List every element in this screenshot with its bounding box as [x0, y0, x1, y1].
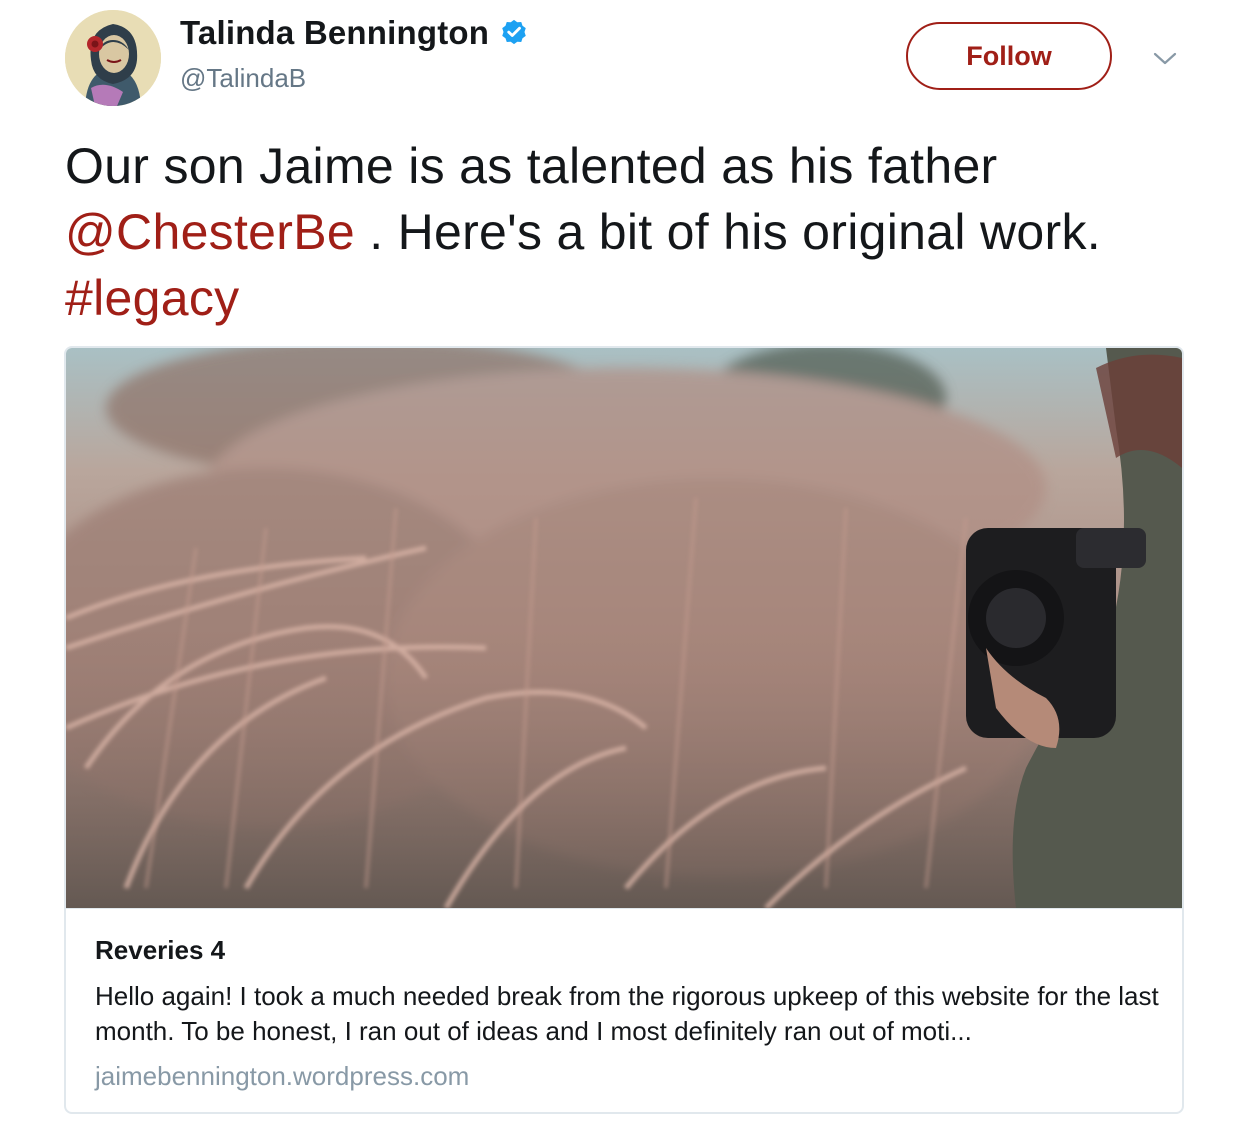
mention-link[interactable]: @ChesterBe: [65, 204, 355, 260]
more-options-button[interactable]: [1150, 44, 1180, 74]
card-title: Reveries 4: [95, 935, 226, 965]
hashtag-link[interactable]: #legacy: [65, 270, 239, 326]
tweet-text-part: . Here's a bit of his original work.: [355, 204, 1101, 260]
card-body: Reveries 4 Hello again! I took a much ne…: [66, 908, 1182, 1112]
card-description: Hello again! I took a much needed break …: [95, 981, 1159, 1046]
tweet-text-part: Our son Jaime is as talented as his fath…: [65, 138, 998, 194]
display-name-text: Talinda Bennington: [180, 14, 490, 51]
photo-thumbnail: [66, 348, 1182, 908]
card-url: jaimebennington.wordpress.com: [95, 1061, 470, 1091]
follow-button[interactable]: Follow: [906, 22, 1112, 90]
user-handle[interactable]: @TalindaB: [180, 63, 306, 94]
display-name[interactable]: Talinda Bennington: [180, 14, 529, 52]
link-card[interactable]: Reveries 4 Hello again! I took a much ne…: [64, 346, 1184, 1114]
verified-badge-icon: [499, 18, 529, 48]
avatar[interactable]: [65, 10, 161, 106]
card-image: [66, 348, 1182, 908]
tweet-text: Our son Jaime is as talented as his fath…: [65, 133, 1185, 331]
chevron-down-icon: [1153, 52, 1177, 65]
tweet: Talinda Bennington @TalindaB Follow Our …: [0, 0, 1248, 1124]
avatar-image: [65, 10, 161, 106]
